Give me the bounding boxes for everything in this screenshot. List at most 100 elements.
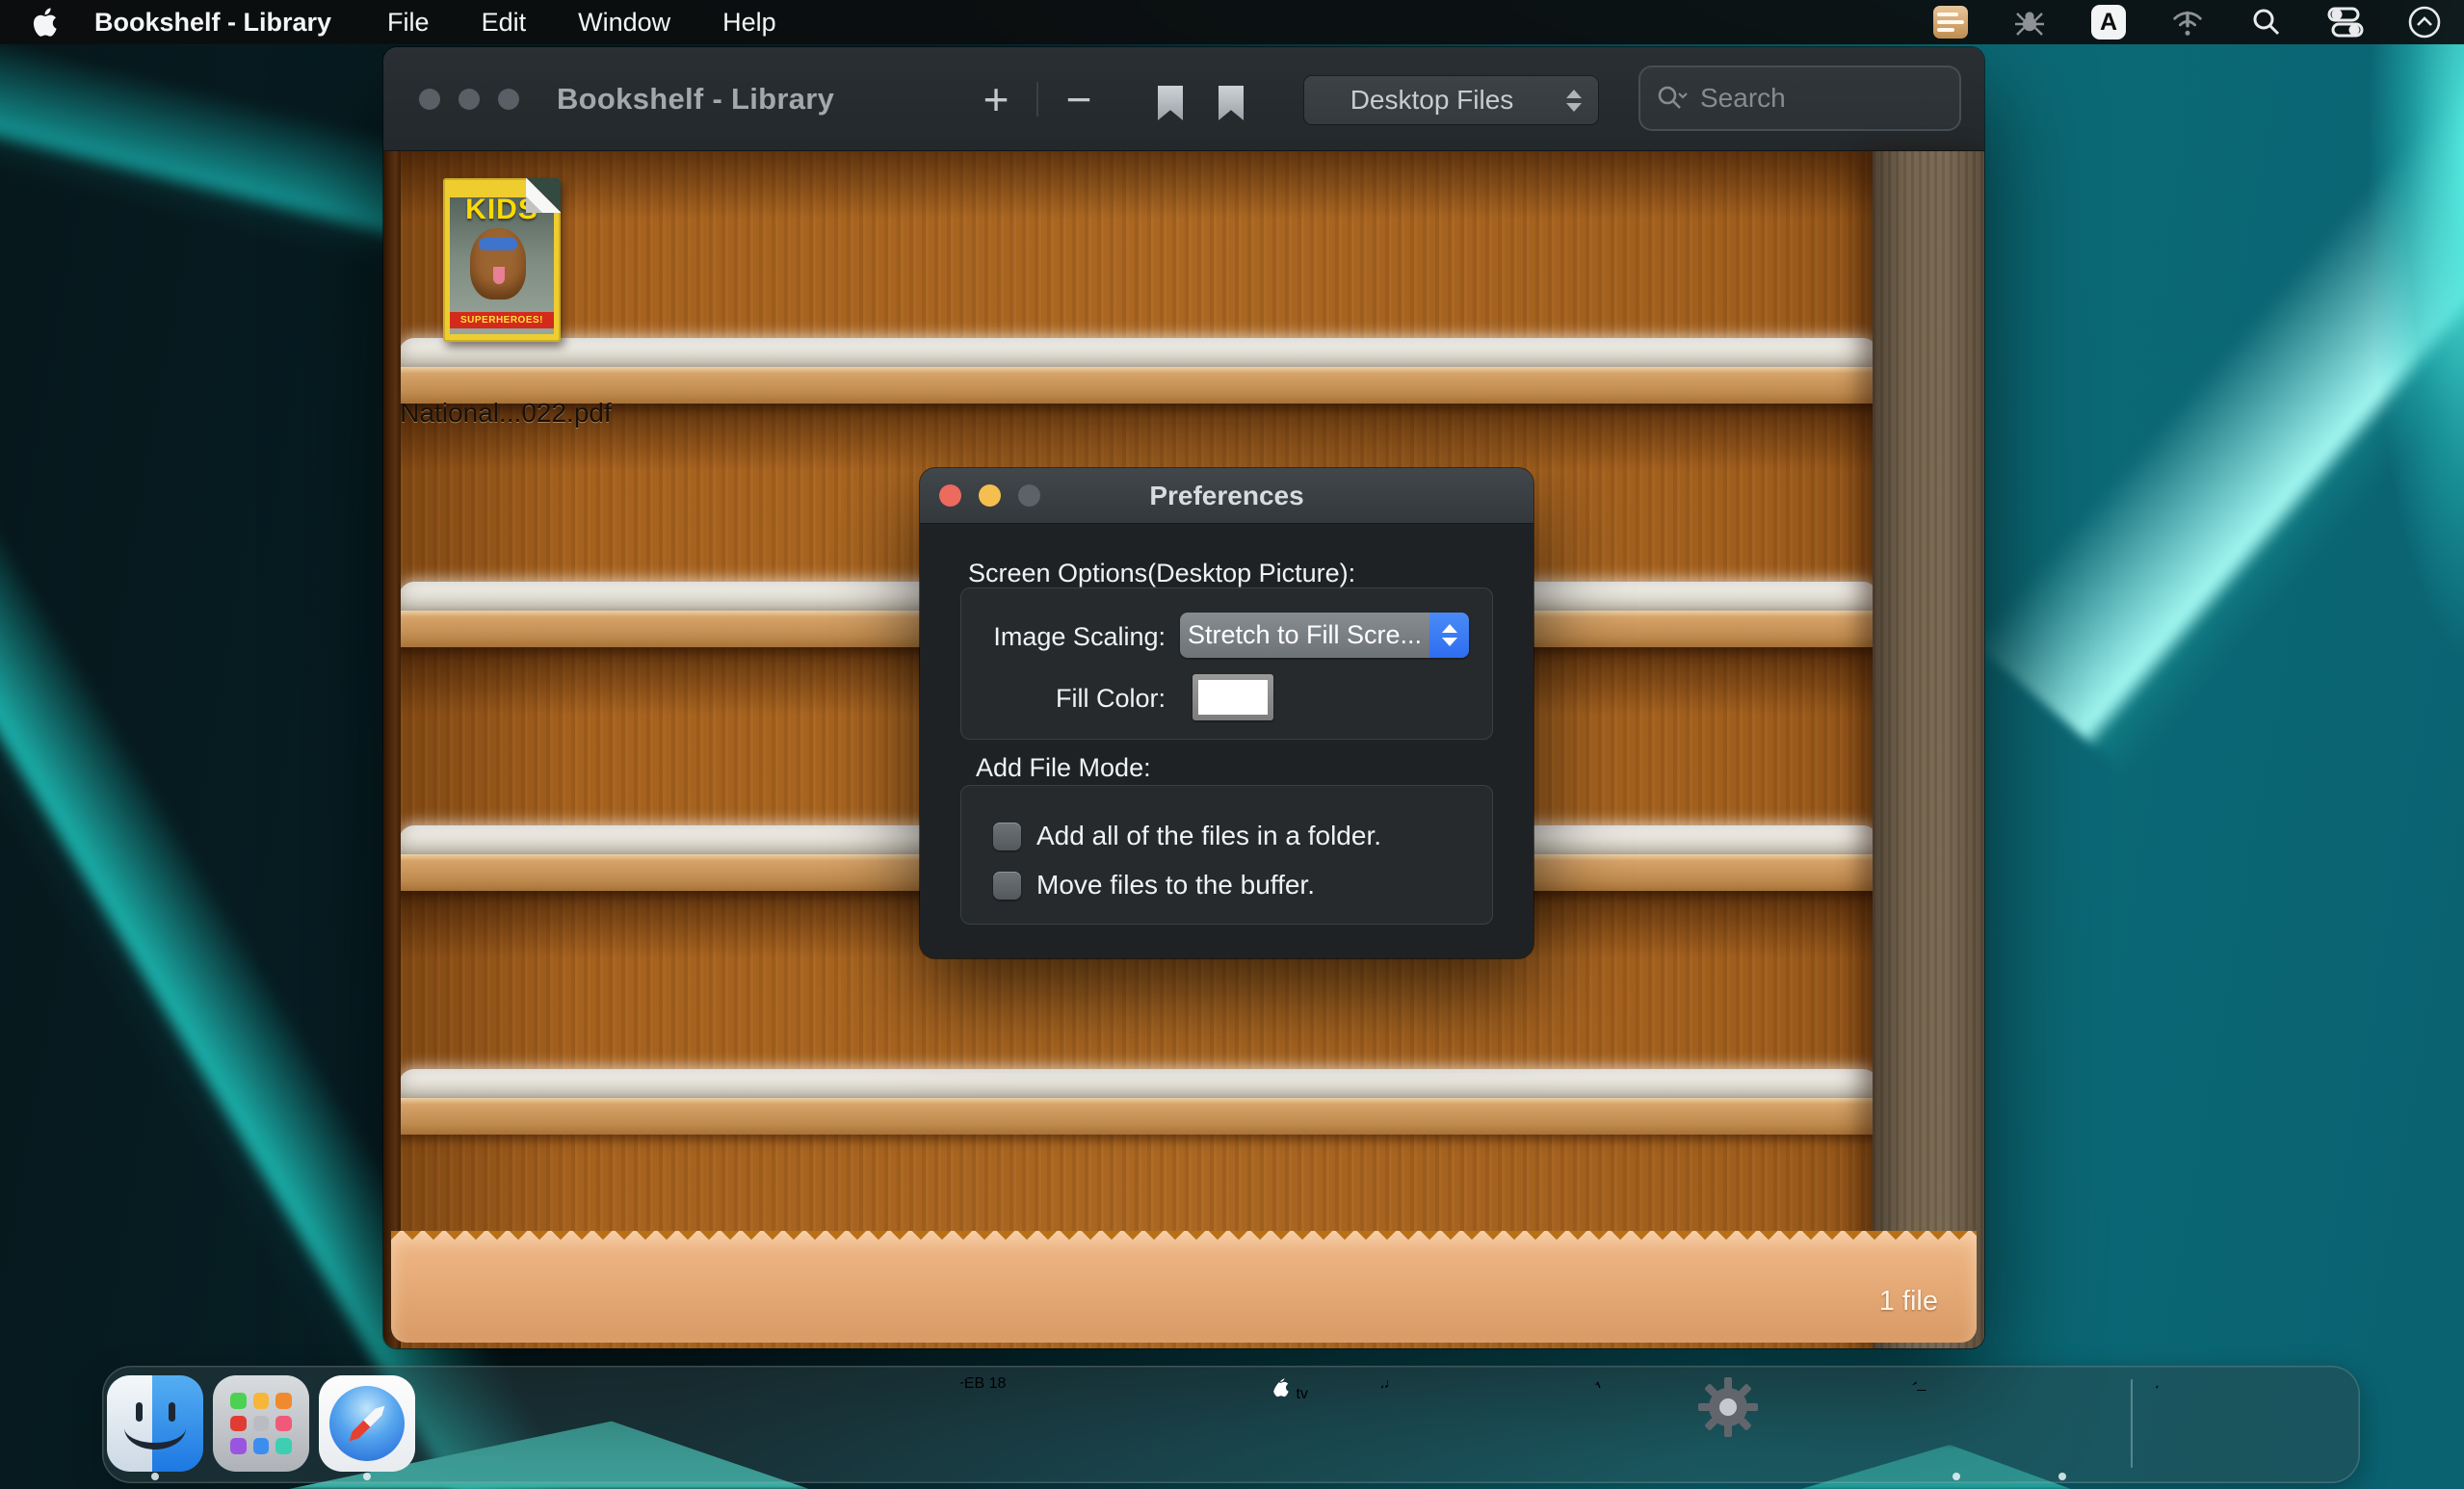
menu-bar: Bookshelf - Library File Edit Window Hel…	[0, 0, 2464, 44]
remove-file-button[interactable]: −	[1050, 47, 1108, 150]
safari-icon	[319, 1375, 415, 1472]
active-app-menu[interactable]: Bookshelf - Library	[94, 8, 331, 38]
dock-item-trash[interactable]	[2259, 1375, 2355, 1472]
dock-item-messages[interactable]	[425, 1375, 521, 1472]
dock-item-finder[interactable]	[107, 1375, 203, 1472]
status-icons: A	[1932, 4, 2443, 40]
add-file-mode-label: Add File Mode:	[976, 753, 1151, 783]
dialog-close-button[interactable]	[939, 484, 961, 507]
dock-item-photos[interactable]	[743, 1375, 839, 1472]
dock-item-downloads[interactable]: ↓	[2153, 1375, 2249, 1472]
bookmark-alt-icon[interactable]	[1219, 86, 1244, 120]
wifi-alert-icon[interactable]	[2169, 4, 2206, 40]
apple-menu-icon[interactable]	[33, 6, 62, 39]
download-arrow-glyph: ↓	[2153, 1375, 2161, 1392]
close-button[interactable]	[419, 89, 440, 110]
search-field[interactable]	[1640, 67, 1959, 129]
checkbox-add-all-files[interactable]	[993, 823, 1021, 850]
bookcase-right-panel	[1873, 151, 1984, 1348]
file-count-label: 1 file	[1879, 1286, 1938, 1318]
menu-help[interactable]: Help	[722, 8, 776, 38]
dock-item-system-settings[interactable]	[1696, 1375, 1793, 1472]
dock-item-facetime[interactable]	[849, 1375, 945, 1472]
image-scaling-select[interactable]: Stretch to Fill Scre...	[1180, 613, 1469, 658]
running-indicator	[2058, 1473, 2066, 1480]
dock-item-bookshelf[interactable]	[2014, 1375, 2110, 1472]
file-thumbnail[interactable]: KIDS SUPERHEROES!	[443, 178, 561, 342]
checkbox-move-to-buffer[interactable]	[993, 872, 1021, 900]
input-source-icon[interactable]: A	[2090, 4, 2127, 40]
dock-item-tv[interactable]: tv	[1272, 1375, 1369, 1472]
minimize-button[interactable]	[459, 89, 480, 110]
image-scaling-label: Image Scaling:	[958, 622, 1166, 652]
dialog-titlebar[interactable]: Preferences	[920, 468, 1533, 524]
apple-tv-icon: tv	[1272, 1375, 1369, 1472]
calendar-icon: FEB 18	[955, 1375, 1051, 1472]
terminal-prompt-glyph: >_	[1908, 1375, 1926, 1392]
search-input[interactable]	[1698, 82, 1944, 115]
wallpaper-edge-glow	[2358, 0, 2464, 732]
calendar-month: FEB	[955, 1375, 984, 1392]
dock-item-terminal[interactable]: >_	[1908, 1375, 2005, 1472]
menu-window[interactable]: Window	[578, 8, 670, 38]
chevron-circle-icon[interactable]	[2406, 4, 2443, 40]
bookshelf-status-icon[interactable]	[1932, 4, 1969, 40]
dock-separator	[2131, 1379, 2133, 1468]
dock-item-appstore[interactable]: A	[1590, 1375, 1687, 1472]
menu-file[interactable]: File	[387, 8, 430, 38]
file-item[interactable]: KIDS SUPERHEROES! National...022.pdf	[443, 178, 561, 342]
checkbox-label: Move files to the buffer.	[1036, 870, 1315, 901]
dock-item-podcasts[interactable]	[1484, 1375, 1581, 1472]
music-note-glyph: ♫	[1378, 1375, 1390, 1392]
dialog-zoom-button[interactable]	[1018, 484, 1040, 507]
bookcase-left-panel	[383, 151, 401, 1348]
stitch-border	[391, 1231, 1977, 1245]
dock-item-mail[interactable]	[531, 1375, 627, 1472]
dock-item-contacts[interactable]	[1061, 1375, 1157, 1472]
zoom-button[interactable]	[498, 89, 519, 110]
app-store-letter: A	[1590, 1375, 1601, 1392]
bookcase-base: 1 file	[391, 1231, 1977, 1343]
dialog-minimize-button[interactable]	[979, 484, 1001, 507]
running-indicator	[363, 1473, 371, 1480]
drweb-spider-icon[interactable]	[2011, 4, 2048, 40]
add-file-mode-group: Add all of the files in a folder. Move f…	[960, 785, 1493, 925]
dock-item-maps[interactable]	[637, 1375, 733, 1472]
maps-icon	[637, 1375, 733, 1472]
finder-icon	[107, 1375, 203, 1472]
bookmark-icon[interactable]	[1158, 86, 1183, 120]
facetime-icon	[849, 1375, 945, 1472]
collection-select-value: Desktop Files	[1304, 85, 1560, 116]
tv-label: tv	[1296, 1386, 1307, 1402]
preferences-dialog: Preferences Screen Options(Desktop Pictu…	[920, 468, 1533, 958]
control-center-icon[interactable]	[2327, 4, 2364, 40]
messages-icon	[425, 1375, 521, 1472]
dock-item-calendar[interactable]: FEB 18	[955, 1375, 1051, 1472]
dock-item-notes[interactable]	[1166, 1375, 1263, 1472]
fill-color-swatch	[1198, 680, 1268, 715]
music-icon: ♫	[1378, 1375, 1475, 1472]
spotlight-search-icon[interactable]	[2248, 4, 2285, 40]
dock-item-app-cleaner[interactable]	[1802, 1375, 1899, 1472]
dock-item-launchpad[interactable]	[213, 1375, 309, 1472]
menu-edit[interactable]: Edit	[482, 8, 527, 38]
dock-item-safari[interactable]	[319, 1375, 415, 1472]
fill-color-well[interactable]	[1193, 674, 1273, 720]
checkbox-row[interactable]: Add all of the files in a folder.	[993, 821, 1381, 851]
photos-icon	[743, 1375, 839, 1472]
app-cleaner-icon	[1802, 1375, 1899, 1472]
cover-dog-image	[470, 228, 526, 300]
dock-item-music[interactable]: ♫	[1378, 1375, 1475, 1472]
file-label[interactable]: National...022.pdf	[385, 398, 626, 429]
add-file-button[interactable]: +	[967, 47, 1025, 150]
app-store-icon: A	[1590, 1375, 1687, 1472]
checkbox-row[interactable]: Move files to the buffer.	[993, 870, 1315, 901]
podcasts-icon	[1484, 1375, 1581, 1472]
shelf-surface	[399, 1069, 1878, 1098]
collection-select[interactable]: Desktop Files	[1304, 76, 1598, 124]
notes-icon	[1166, 1375, 1263, 1472]
window-titlebar[interactable]: Bookshelf - Library + − Desktop Files	[383, 47, 1984, 151]
running-indicator	[151, 1473, 159, 1480]
fill-color-label: Fill Color:	[958, 684, 1166, 714]
shelf-shadow	[383, 151, 1984, 219]
